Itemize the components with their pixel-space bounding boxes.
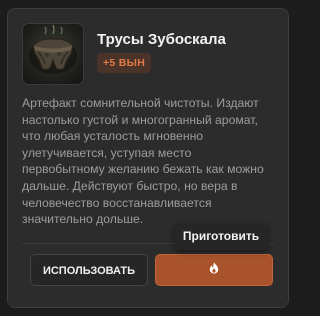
item-title: Трусы Зубоскала — [97, 31, 226, 48]
description-line: настолько густой и многогранный аромат, — [22, 112, 258, 127]
stat-badge: +5 ВЫН — [97, 53, 152, 73]
cook-button[interactable] — [155, 254, 273, 286]
use-button[interactable]: ИСПОЛЬЗОВАТЬ — [30, 254, 148, 286]
description-line: что любая усталость мгновенно — [22, 129, 204, 144]
item-card: Трусы Зубоскала +5 ВЫН Артефакт сомнител… — [7, 8, 289, 308]
cook-tooltip: Приготовить — [174, 223, 268, 250]
description-line: человечество восстанавливается — [22, 195, 212, 210]
description-line: улетучивается, уступая место — [22, 145, 192, 160]
description-line: дальше. Действуют быстро, но вера в — [22, 178, 238, 193]
description-line: Артефакт сомнительной чистоты. Издают — [22, 96, 259, 110]
description-line: первобытному желанию бежать как можно — [22, 162, 264, 177]
item-image — [22, 23, 84, 85]
item-description: Артефакт сомнительной чистоты. Издают на… — [22, 95, 278, 228]
fire-icon — [209, 261, 219, 279]
